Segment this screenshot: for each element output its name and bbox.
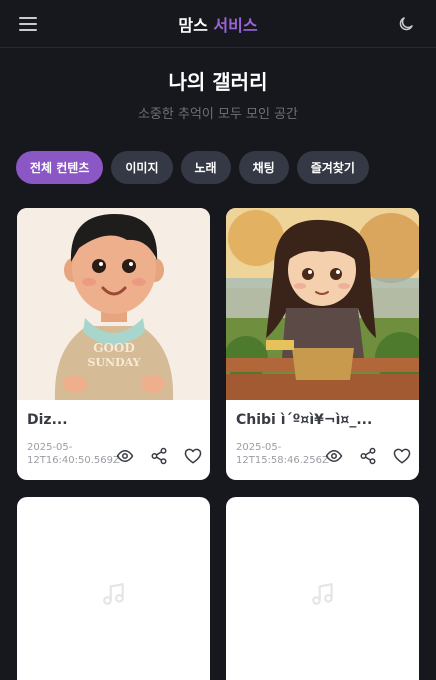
filter-songs-button[interactable]: 노래 bbox=[180, 151, 231, 184]
filter-images-button[interactable]: 이미지 bbox=[111, 151, 173, 184]
filter-tabs: 전체 컨텐츠 이미지 노래 채팅 즐겨찾기 bbox=[16, 151, 369, 184]
brand-main: 맘스 bbox=[178, 16, 208, 35]
card-title: Diz... bbox=[27, 412, 68, 428]
sweater-badge-text: GOOD bbox=[93, 341, 135, 355]
gallery-card[interactable] bbox=[226, 497, 419, 680]
music-note-icon bbox=[101, 581, 127, 611]
music-note-icon bbox=[310, 581, 336, 611]
brand-logo[interactable]: 맘스 서비스 bbox=[0, 12, 436, 36]
filter-favorites-button[interactable]: 즐겨찾기 bbox=[296, 151, 369, 184]
page-title: 나의 갤러리 bbox=[168, 70, 268, 94]
card-date: 2025-05-12T15:58:46.256Z bbox=[236, 442, 329, 466]
view-eye-icon[interactable] bbox=[114, 445, 136, 467]
heart-icon[interactable] bbox=[182, 445, 204, 467]
svg-text:SUNDAY: SUNDAY bbox=[88, 356, 141, 369]
card-image-girl[interactable] bbox=[226, 208, 419, 400]
share-icon[interactable] bbox=[357, 445, 379, 467]
gallery-card[interactable] bbox=[17, 497, 210, 680]
filter-all-button[interactable]: 전체 컨텐츠 bbox=[16, 151, 104, 184]
top-bar: 맘스 서비스 bbox=[0, 0, 436, 48]
card-image-boy[interactable]: GOOD SUNDAY bbox=[17, 208, 210, 400]
brand-accent: 서비스 bbox=[213, 16, 258, 35]
gallery-card[interactable]: GOOD SUNDAY Diz... 2025-05-12T16:40:50.5… bbox=[17, 208, 210, 480]
view-eye-icon[interactable] bbox=[323, 445, 345, 467]
card-actions bbox=[323, 445, 413, 467]
page-subtitle: 소중한 추억이 모두 모인 공간 bbox=[137, 107, 299, 122]
card-actions bbox=[114, 445, 204, 467]
gallery-card[interactable]: Chibi ì´º¤ì¥¬ì¤_... 2025-05-12T15:58:46.… bbox=[226, 208, 419, 480]
filter-chat-button[interactable]: 채팅 bbox=[238, 151, 289, 184]
card-title: Chibi ì´º¤ì¥¬ì¤_... bbox=[236, 412, 373, 428]
card-date: 2025-05-12T16:40:50.569Z bbox=[27, 442, 120, 466]
heart-icon[interactable] bbox=[391, 445, 413, 467]
share-icon[interactable] bbox=[148, 445, 170, 467]
moon-icon[interactable] bbox=[395, 13, 417, 35]
